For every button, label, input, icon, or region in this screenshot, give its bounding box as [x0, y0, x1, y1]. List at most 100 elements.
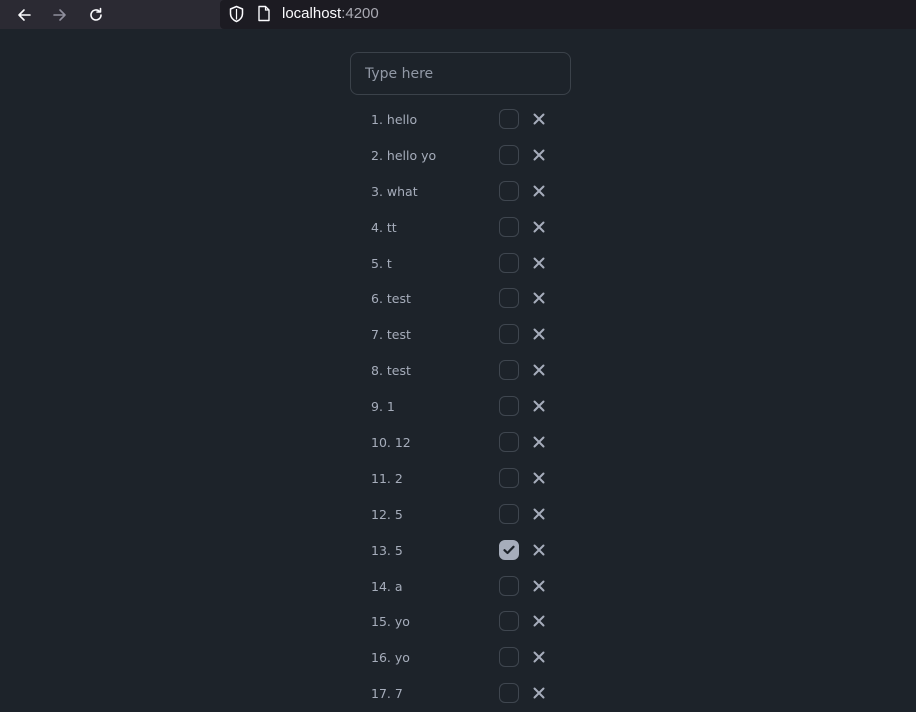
delete-button[interactable] — [530, 182, 548, 200]
delete-button[interactable] — [530, 289, 548, 307]
arrow-right-icon — [53, 9, 66, 21]
delete-button[interactable] — [530, 218, 548, 236]
todo-item: 1. hello — [350, 102, 570, 138]
todo-checkbox[interactable] — [499, 396, 519, 417]
address-bar[interactable]: localhost:4200 — [220, 0, 916, 29]
todo-label: 2. hello yo — [371, 147, 437, 163]
todo-item: 2. hello yo — [350, 138, 570, 174]
arrow-left-icon — [18, 9, 31, 21]
close-icon — [533, 149, 545, 161]
todo-input[interactable] — [350, 52, 571, 95]
url-text: localhost:4200 — [282, 5, 379, 23]
url-host: localhost — [282, 5, 342, 22]
delete-button[interactable] — [530, 254, 548, 272]
todo-item: 14. a — [350, 569, 570, 605]
todo-checkbox[interactable] — [499, 611, 519, 632]
todo-checkbox[interactable] — [499, 575, 519, 596]
todo-checkbox[interactable] — [499, 467, 519, 488]
todo-list: 1. hello 2. hello yo 3. what 4. tt 5. t 6. te… — [350, 102, 570, 712]
close-icon — [533, 328, 545, 340]
todo-checkbox[interactable] — [499, 683, 519, 704]
shield-icon — [229, 5, 244, 23]
close-icon — [533, 472, 545, 484]
reload-button[interactable] — [83, 2, 109, 28]
delete-button[interactable] — [530, 505, 548, 523]
close-icon — [533, 687, 545, 699]
todo-checkbox[interactable] — [499, 360, 519, 381]
close-icon — [533, 113, 545, 125]
delete-button[interactable] — [530, 361, 548, 379]
todo-checkbox[interactable] — [499, 324, 519, 345]
todo-item: 6. test — [350, 281, 570, 317]
back-button[interactable] — [11, 2, 37, 28]
todo-checkbox[interactable] — [499, 216, 519, 237]
delete-button[interactable] — [530, 648, 548, 666]
close-icon — [533, 292, 545, 304]
todo-item: 16. yo — [350, 640, 570, 676]
todo-item: 10. 12 — [350, 425, 570, 461]
todo-checkbox[interactable] — [499, 288, 519, 309]
todo-label: 5. t — [371, 255, 392, 271]
close-icon — [533, 544, 545, 556]
close-icon — [533, 436, 545, 448]
todo-label: 9. 1 — [371, 399, 395, 415]
close-icon — [533, 257, 545, 269]
close-icon — [533, 651, 545, 663]
delete-button[interactable] — [530, 684, 548, 702]
close-icon — [533, 615, 545, 627]
todo-label: 6. test — [371, 291, 411, 307]
todo-item: 17. 7 — [350, 676, 570, 712]
todo-label: 17. 7 — [371, 686, 403, 702]
todo-item: 5. t — [350, 246, 570, 282]
delete-button[interactable] — [530, 146, 548, 164]
todo-checkbox[interactable] — [499, 647, 519, 668]
close-icon — [533, 221, 545, 233]
todo-checkbox[interactable] — [499, 503, 519, 524]
reload-icon — [90, 7, 102, 21]
forward-button[interactable] — [47, 2, 73, 28]
todo-item: 15. yo — [350, 604, 570, 640]
todo-label: 13. 5 — [371, 542, 403, 558]
delete-button[interactable] — [530, 577, 548, 595]
todo-item: 8. test — [350, 353, 570, 389]
delete-button[interactable] — [530, 612, 548, 630]
todo-checkbox[interactable] — [499, 252, 519, 273]
todo-checkbox[interactable] — [499, 109, 519, 129]
browser-toolbar: localhost:4200 — [0, 0, 916, 29]
todo-checkbox[interactable] — [499, 180, 519, 201]
todo-checkbox[interactable] — [499, 144, 519, 165]
checkmark-icon — [503, 545, 515, 554]
close-icon — [533, 364, 545, 376]
todo-label: 3. what — [371, 183, 418, 199]
todo-item: 3. what — [350, 174, 570, 210]
todo-item: 7. test — [350, 317, 570, 353]
todo-label: 10. 12 — [371, 435, 411, 451]
delete-button[interactable] — [530, 433, 548, 451]
todo-label: 7. test — [371, 327, 411, 343]
close-icon — [533, 580, 545, 592]
close-icon — [533, 400, 545, 412]
todo-label: 11. 2 — [371, 470, 403, 486]
close-icon — [533, 185, 545, 197]
delete-button[interactable] — [530, 469, 548, 487]
todo-label: 4. tt — [371, 219, 397, 235]
todo-checkbox[interactable] — [499, 539, 519, 560]
todo-label: 1. hello — [371, 112, 418, 127]
todo-label: 8. test — [371, 363, 411, 379]
url-port: :4200 — [341, 5, 379, 22]
delete-button[interactable] — [530, 397, 548, 415]
todo-checkbox[interactable] — [499, 432, 519, 453]
page-content: 1. hello 2. hello yo 3. what 4. tt 5. t 6. te… — [0, 33, 916, 704]
todo-label: 15. yo — [371, 614, 410, 630]
todo-item: 13. 5 — [350, 533, 570, 569]
delete-button[interactable] — [530, 325, 548, 343]
delete-button[interactable] — [530, 110, 548, 128]
todo-label: 14. a — [371, 578, 403, 594]
delete-button[interactable] — [530, 541, 548, 559]
todo-label: 12. 5 — [371, 506, 403, 522]
todo-item: 11. 2 — [350, 461, 570, 497]
todo-item: 9. 1 — [350, 389, 570, 425]
todo-item: 4. tt — [350, 210, 570, 246]
todo-label: 16. yo — [371, 650, 410, 666]
page-icon — [258, 5, 270, 22]
